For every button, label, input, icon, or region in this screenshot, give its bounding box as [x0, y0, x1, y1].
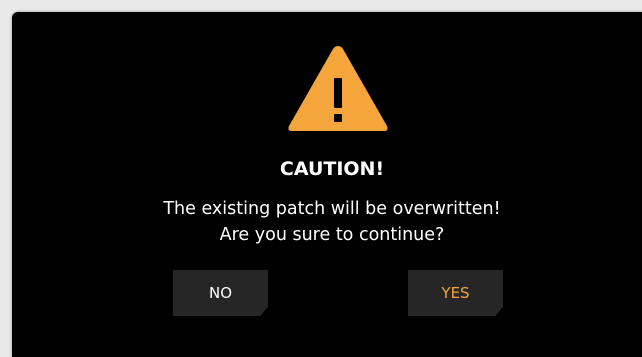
warning-triangle-icon	[288, 46, 388, 131]
no-button[interactable]: NO	[173, 270, 268, 316]
message-line-1: The existing patch will be overwritten!	[163, 199, 501, 219]
caution-dialog: CAUTION! The existing patch will be over…	[12, 12, 642, 357]
dialog-message: The existing patch will be overwritten! …	[12, 196, 642, 248]
dialog-title: CAUTION!	[279, 158, 385, 180]
yes-button[interactable]: YES	[408, 270, 503, 316]
message-line-2: Are you sure to continue?	[219, 225, 445, 245]
